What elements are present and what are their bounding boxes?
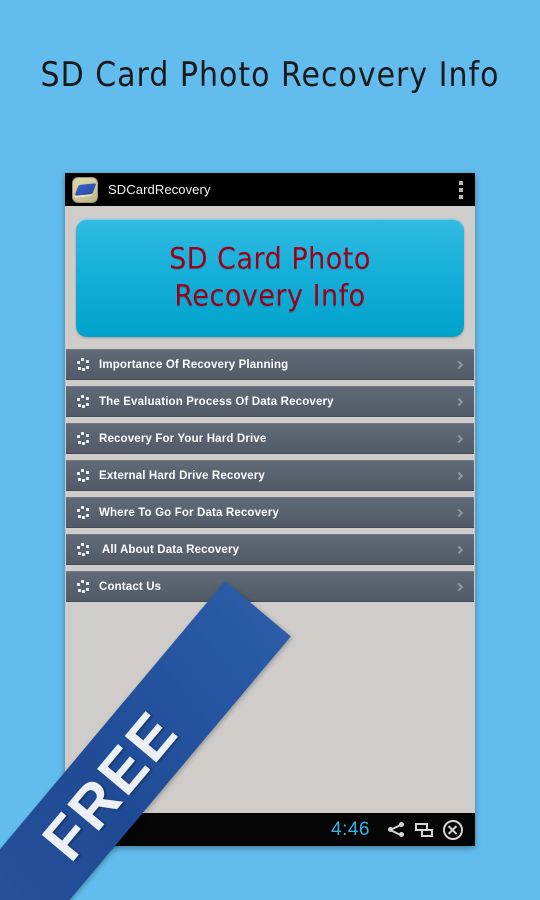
dots-bullet-icon bbox=[77, 432, 90, 445]
banner-container: SD Card Photo Recovery Info bbox=[65, 206, 475, 349]
overflow-menu-icon[interactable] bbox=[459, 180, 463, 199]
chevron-right-icon bbox=[454, 545, 464, 554]
list-item-label: All About Data Recovery bbox=[99, 543, 240, 556]
overflow-dot bbox=[459, 187, 463, 192]
list-item[interactable]: Where To Go For Data Recovery bbox=[66, 497, 474, 528]
list-item-label: Importance Of Recovery Planning bbox=[99, 358, 289, 371]
recents-windows-icon[interactable] bbox=[412, 817, 438, 843]
list-item[interactable]: Recovery For Your Hard Drive bbox=[66, 423, 474, 454]
dots-bullet-icon bbox=[77, 395, 90, 408]
list-item[interactable]: Contact Us bbox=[66, 571, 474, 602]
share-icon[interactable] bbox=[384, 817, 410, 843]
chevron-right-icon bbox=[454, 508, 464, 517]
list-item-label: Where To Go For Data Recovery bbox=[99, 506, 279, 519]
list-item[interactable]: Importance Of Recovery Planning bbox=[66, 349, 474, 380]
app-title: SDCardRecovery bbox=[108, 182, 211, 197]
overflow-dot bbox=[459, 180, 463, 185]
dots-bullet-icon bbox=[77, 506, 90, 519]
sd-card-glyph bbox=[74, 182, 97, 196]
chevron-right-icon bbox=[454, 360, 464, 369]
list-item-label: External Hard Drive Recovery bbox=[99, 469, 265, 482]
app-action-bar: SDCardRecovery bbox=[65, 173, 475, 206]
sd-card-app-icon bbox=[72, 176, 98, 203]
banner-line-2: Recovery Info bbox=[174, 279, 366, 314]
chevron-right-icon bbox=[454, 434, 464, 443]
list-item[interactable]: All About Data Recovery bbox=[66, 534, 474, 565]
menu-list: Importance Of Recovery Planning The Eval… bbox=[65, 349, 475, 602]
dots-bullet-icon bbox=[77, 358, 90, 371]
chevron-right-icon bbox=[454, 582, 464, 591]
dots-bullet-icon bbox=[77, 580, 90, 593]
banner: SD Card Photo Recovery Info bbox=[76, 219, 464, 337]
banner-line-1: SD Card Photo bbox=[169, 242, 371, 276]
list-item[interactable]: The Evaluation Process Of Data Recovery bbox=[66, 386, 474, 417]
list-item-label: Recovery For Your Hard Drive bbox=[99, 432, 267, 445]
close-circle-icon[interactable] bbox=[440, 817, 466, 843]
list-item[interactable]: External Hard Drive Recovery bbox=[66, 460, 474, 491]
chevron-right-icon bbox=[454, 397, 464, 406]
dots-bullet-icon bbox=[77, 543, 90, 556]
chevron-right-icon bbox=[454, 471, 464, 480]
dots-bullet-icon bbox=[77, 469, 90, 482]
list-item-label: The Evaluation Process Of Data Recovery bbox=[99, 395, 334, 408]
list-item-label: Contact Us bbox=[99, 580, 162, 593]
page-title: SD Card Photo Recovery Info bbox=[40, 55, 500, 96]
status-clock: 4:46 bbox=[331, 818, 370, 840]
overflow-dot bbox=[459, 194, 463, 199]
